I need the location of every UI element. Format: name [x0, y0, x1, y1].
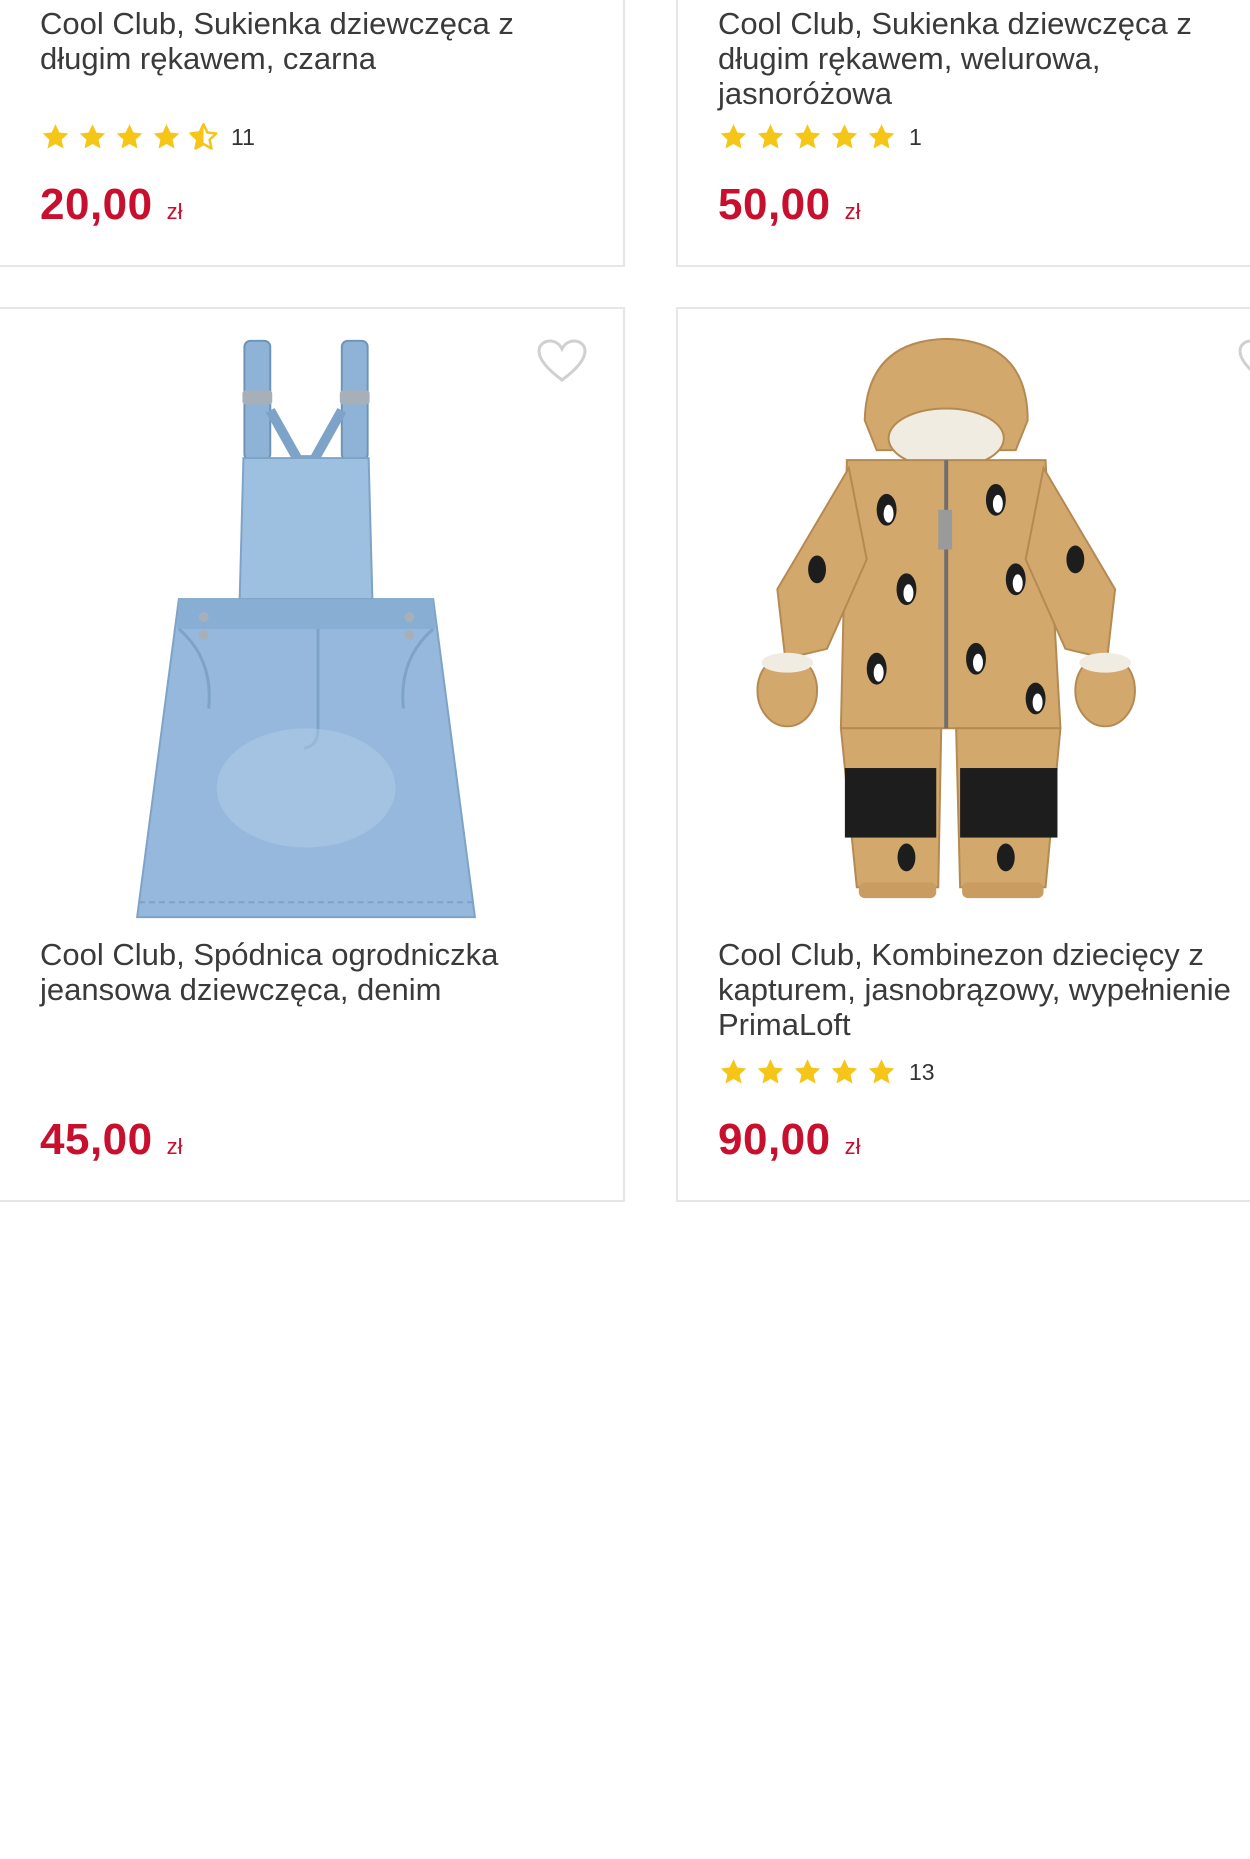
product-price: 50,00 zł: [718, 180, 861, 230]
star-icon: [79, 124, 106, 149]
star-icon: [116, 124, 143, 149]
product-title[interactable]: Cool Club, Sukienka dziewczęca z długim …: [40, 6, 580, 76]
star-icon: [794, 1059, 821, 1084]
product-price: 20,00 zł: [40, 180, 183, 230]
price-amount: 20,00: [40, 180, 153, 229]
product-rating: 11: [40, 122, 255, 152]
product-title[interactable]: Cool Club, Sukienka dziewczęca z długim …: [718, 6, 1250, 111]
price-amount: 90,00: [718, 1115, 831, 1164]
star-icon: [42, 124, 69, 149]
price-currency: zł: [844, 199, 861, 224]
price-currency: zł: [844, 1134, 861, 1159]
star-icon: [720, 124, 747, 149]
price-amount: 45,00: [40, 1115, 153, 1164]
star-icon: [794, 124, 821, 149]
price-currency: zł: [166, 199, 183, 224]
product-rating: 13: [718, 1057, 935, 1087]
product-grid: Cool Club, Sukienka dziewczęca z długim …: [0, 0, 1250, 1859]
star-icon: [868, 1059, 895, 1084]
rating-count: 1: [909, 123, 922, 150]
product-price: 90,00 zł: [718, 1115, 861, 1165]
product-image-penguin-print-snowsuit[interactable]: [678, 329, 1250, 919]
product-card[interactable]: Cool Club, Sukienka dziewczęca z długim …: [676, 0, 1250, 267]
price-currency: zł: [166, 1134, 183, 1159]
star-icon: [757, 124, 784, 149]
star-icon: [153, 124, 180, 149]
star-half-icon: [189, 123, 218, 150]
product-image-denim-overall-skirt[interactable]: [0, 329, 623, 919]
product-price: 45,00 zł: [40, 1115, 183, 1165]
rating-count: 13: [909, 1058, 935, 1085]
star-icon: [720, 1059, 747, 1084]
product-card[interactable]: Cool Club, Sukienka dziewczęca z długim …: [0, 0, 625, 267]
product-card[interactable]: Cool Club, Spódnica ogrodniczka jeansowa…: [0, 307, 625, 1202]
price-amount: 50,00: [718, 180, 831, 229]
product-card[interactable]: Cool Club, Kombinezon dziecięcy z kaptur…: [676, 307, 1250, 1202]
rating-count: 11: [231, 123, 255, 150]
star-icon: [868, 124, 895, 149]
product-rating: 1: [718, 122, 922, 152]
star-icon: [757, 1059, 784, 1084]
star-icon: [831, 1059, 858, 1084]
product-title[interactable]: Cool Club, Kombinezon dziecięcy z kaptur…: [718, 937, 1250, 1042]
product-title[interactable]: Cool Club, Spódnica ogrodniczka jeansowa…: [40, 937, 580, 1007]
star-icon: [831, 124, 858, 149]
